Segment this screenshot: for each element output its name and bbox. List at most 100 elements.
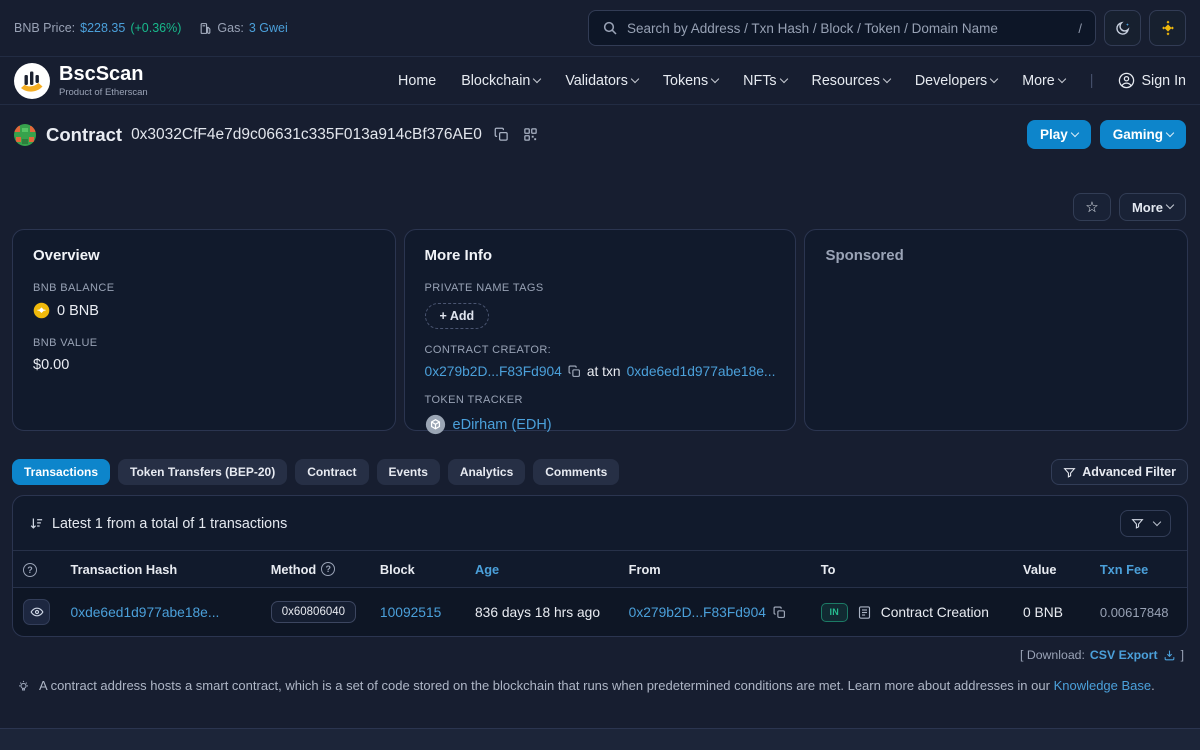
nav-item-home[interactable]: Home [398,73,436,89]
token-tracker-label: TOKEN TRACKER [425,394,776,406]
chevron-down-icon [533,74,541,82]
contract-creator-label: CONTRACT CREATOR: [425,344,776,356]
search-bar[interactable]: / [588,10,1096,46]
nav-item-more[interactable]: More [1022,73,1065,89]
nav-item-tokens[interactable]: Tokens [663,73,718,89]
bnb-price-change: (+0.36%) [130,21,181,35]
filter-funnel-icon [1063,466,1076,479]
col-age[interactable]: Age [465,551,619,588]
chevron-down-icon [779,74,787,82]
gaming-button-label: Gaming [1113,127,1163,142]
tab-analytics[interactable]: Analytics [448,459,525,485]
sign-in-label: Sign In [1141,73,1186,89]
filter-funnel-icon [1131,517,1144,530]
more-actions-button[interactable]: More [1119,193,1186,221]
token-tracker-link[interactable]: eDirham (EDH) [453,417,552,433]
chevron-down-icon [883,74,891,82]
nav-item-nfts[interactable]: NFTs [743,73,786,89]
col-method: Method ? [261,551,370,588]
qr-code-icon [523,127,538,142]
private-name-tags-label: PRIVATE NAME TAGS [425,282,776,294]
bscscan-logo[interactable]: BscScan Product of Etherscan [14,63,148,99]
moon-icon [1114,20,1131,37]
transactions-summary: Latest 1 from a total of 1 transactions [52,516,287,532]
copy-icon[interactable] [773,606,786,619]
col-block: Block [370,551,465,588]
bnb-balance-value: 0 BNB [57,303,99,319]
help-circle-icon[interactable]: ? [321,562,335,576]
csv-export-link[interactable]: CSV Export [1090,648,1158,662]
block-link[interactable]: 10092515 [380,605,441,620]
add-name-tag-button[interactable]: + Add [425,303,490,329]
tab-events[interactable]: Events [377,459,440,485]
tab-transactions[interactable]: Transactions [12,459,110,485]
tab-contract[interactable]: Contract [295,459,368,485]
copy-icon[interactable] [568,365,581,378]
search-input[interactable] [627,21,1069,36]
help-circle-icon[interactable]: ? [23,563,37,577]
method-badge[interactable]: 0x60806040 [271,601,356,623]
nav-item-validators[interactable]: Validators [565,73,638,89]
knowledge-base-link[interactable]: Knowledge Base [1054,678,1152,693]
chevron-down-icon [631,74,639,82]
chevron-down-icon [1166,201,1174,209]
search-icon [602,20,618,36]
from-address-link[interactable]: 0x279b2D...F83Fd904 [629,605,766,620]
value-cell: 0 BNB [1013,588,1090,637]
download-icon[interactable] [1163,649,1176,662]
chevron-down-icon [1070,128,1078,136]
col-transaction-hash: Transaction Hash [61,551,261,588]
col-txn-fee[interactable]: Txn Fee [1090,551,1187,588]
chevron-down-icon [1058,74,1066,82]
gas-value[interactable]: 3 Gwei [249,21,288,35]
txn-fee-cell: 0.00617848 [1090,588,1187,637]
page-title: Contract [46,124,122,146]
tip-suffix: . [1151,678,1155,693]
creator-address-link[interactable]: 0x279b2D...F83Fd904 [425,364,562,379]
star-icon: ☆ [1085,198,1098,216]
more-info-title: More Info [425,247,776,264]
creation-txn-link[interactable]: 0xde6ed1d977abe18e... [627,364,776,379]
download-prefix: [ Download: [1020,648,1085,662]
nav-item-label: Resources [812,73,880,89]
tab-token-transfers[interactable]: Token Transfers (BEP-20) [118,459,287,485]
token-icon [425,414,446,435]
tx-preview-button[interactable] [23,599,50,625]
col-value: Value [1013,551,1090,588]
gas-label: Gas: [217,21,243,35]
chevron-down-icon [1153,517,1161,525]
eye-icon [30,605,44,619]
favorite-button[interactable]: ☆ [1073,193,1111,221]
play-button[interactable]: Play [1027,120,1091,149]
bnb-price-value[interactable]: $228.35 [80,21,125,35]
table-filter-button[interactable] [1120,510,1171,537]
col-to: To [811,551,1013,588]
sign-in-button[interactable]: Sign In [1118,72,1186,89]
bnb-coin-icon [33,302,50,319]
qr-code-button[interactable] [521,125,540,144]
download-row: [ Download: CSV Export ] [0,637,1200,664]
nav-item-blockchain[interactable]: Blockchain [461,73,540,89]
network-selector-button[interactable] [1149,10,1186,46]
main-navbar: BscScan Product of Etherscan Home Blockc… [0,56,1200,105]
nav-item-developers[interactable]: Developers [915,73,997,89]
page-footer-strip [0,728,1200,750]
nav-item-label: Home [398,73,436,89]
age-cell: 836 days 18 hrs ago [465,588,619,637]
tip-text: A contract address hosts a smart contrac… [39,678,1050,693]
nav-item-resources[interactable]: Resources [812,73,890,89]
transactions-table: ? Transaction Hash Method ? Block Age Fr… [13,550,1187,636]
to-label: Contract Creation [881,605,989,620]
tab-comments[interactable]: Comments [533,459,619,485]
nav-divider: | [1090,73,1094,89]
copy-address-button[interactable] [492,125,511,144]
summary-cards: Overview BNB BALANCE 0 BNB BNB VALUE $0.… [0,221,1200,431]
theme-toggle-button[interactable] [1104,10,1141,46]
lightbulb-icon [16,679,31,694]
brand-name: BscScan [59,64,148,84]
sponsored-card: Sponsored [804,229,1188,431]
gaming-button[interactable]: Gaming [1100,120,1186,149]
tx-hash-link[interactable]: 0xde6ed1d977abe18e... [71,605,220,620]
nav-item-label: More [1022,73,1055,89]
advanced-filter-button[interactable]: Advanced Filter [1051,459,1188,485]
